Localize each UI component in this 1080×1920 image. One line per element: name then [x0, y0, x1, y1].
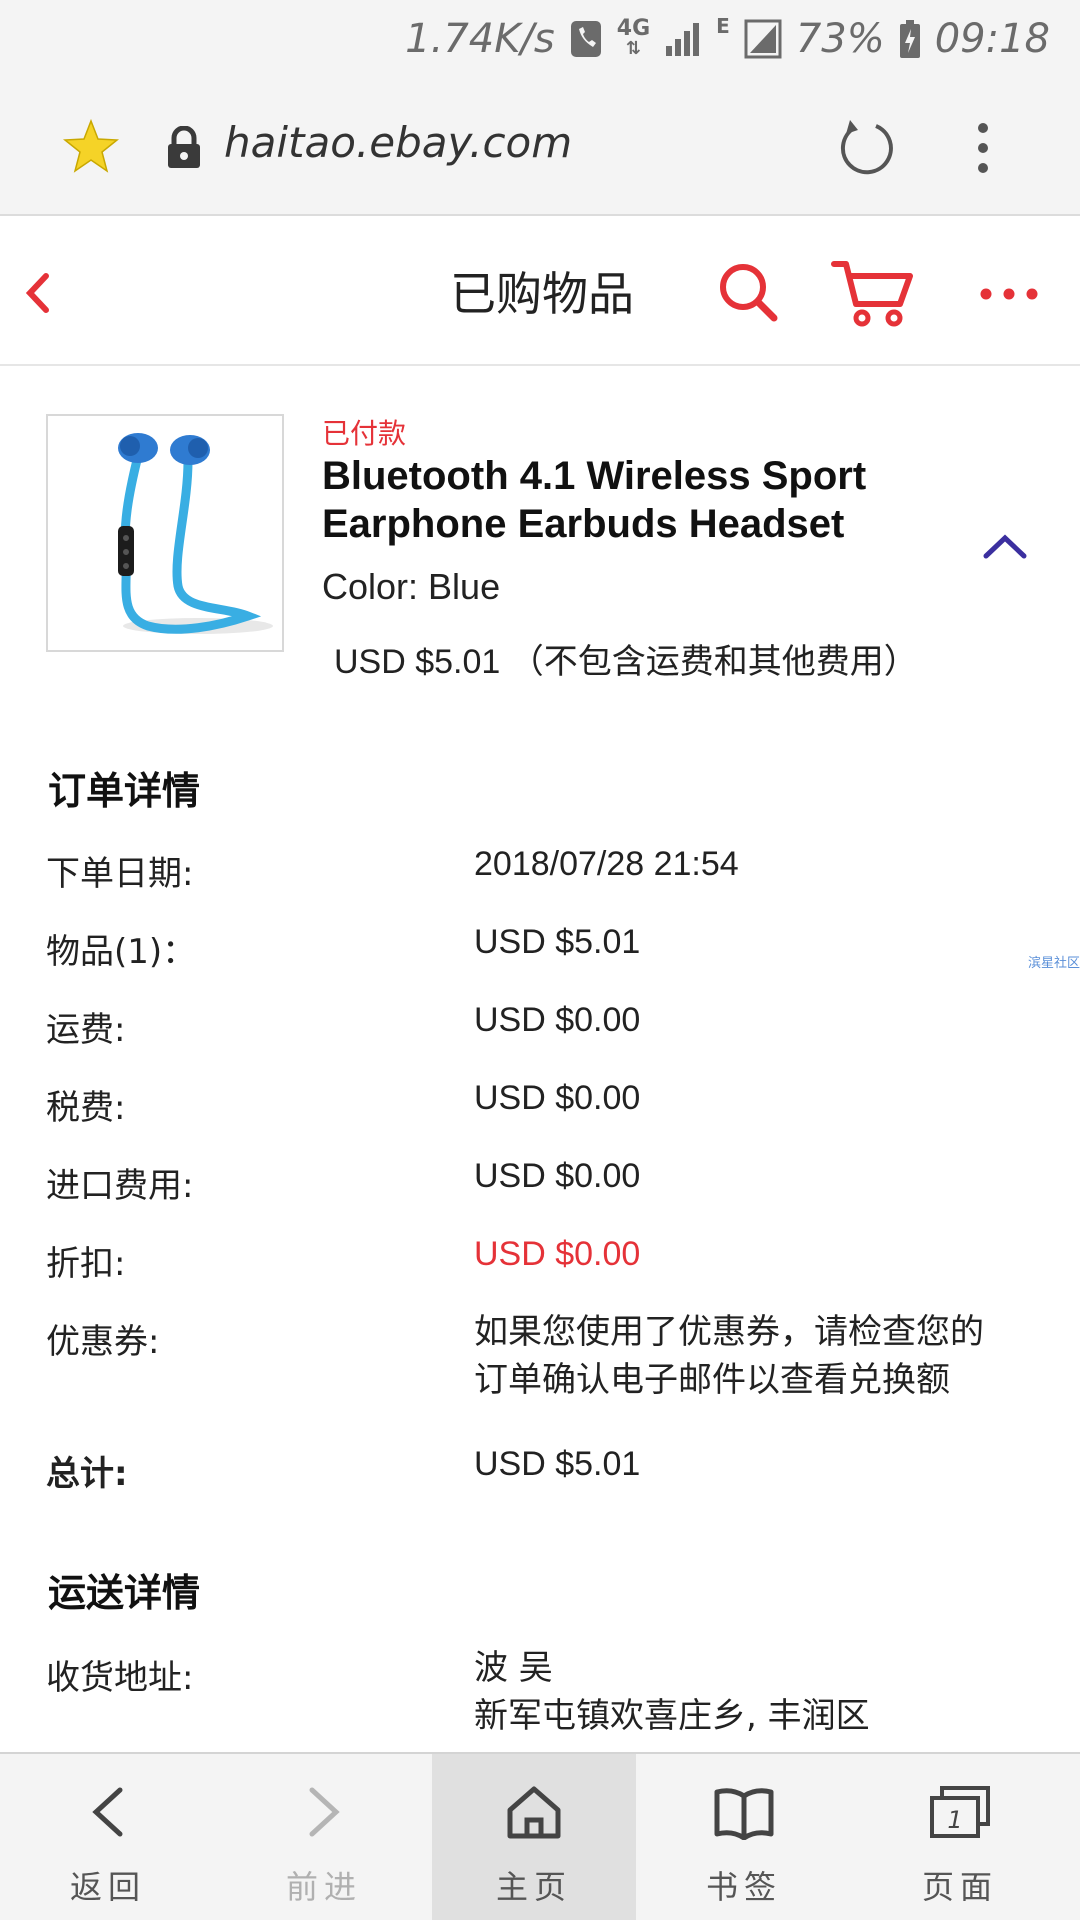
clock: 09:18 — [934, 16, 1050, 62]
order-value: USD $5.01 — [474, 923, 641, 961]
order-value: USD $0.00 — [474, 1079, 641, 1117]
shipping-address-label: 收货地址: — [46, 1658, 194, 1698]
network-type-icon: 4G ⇅ — [616, 16, 651, 59]
item-status-badge: 已付款 — [322, 417, 407, 450]
pages-icon: 1 — [930, 1786, 990, 1838]
data-arrows-icon: ⇅ — [625, 38, 641, 59]
network-type-label: 4G — [616, 16, 651, 41]
nav-back[interactable]: 返回 — [0, 1754, 216, 1920]
bookmarks-icon — [714, 1788, 774, 1840]
reload-icon[interactable] — [836, 116, 896, 176]
shipping-details-heading: 运送详情 — [48, 1571, 201, 1615]
order-label: 总计: — [46, 1454, 128, 1494]
watermark-text: 滨星社区 — [1028, 956, 1080, 971]
item-price: USD $5.01 （不包含运费和其他费用） — [334, 643, 918, 681]
battery-percent: 73% — [795, 16, 885, 62]
forward-icon — [309, 1787, 340, 1837]
signal-e-label: E — [716, 14, 730, 38]
signal2-icon — [744, 19, 782, 59]
order-details-heading: 订单详情 — [48, 769, 201, 813]
nav-bookmarks[interactable]: 书签 — [636, 1754, 852, 1920]
order-value: USD $0.00 — [474, 1235, 641, 1273]
order-label: 进口费用: — [46, 1166, 194, 1206]
shipping-address-name: 波 吴 — [474, 1648, 553, 1688]
battery-icon — [899, 19, 921, 59]
order-value: 如果您使用了优惠券，请检查您的订单确认电子邮件以查看兑换额 — [474, 1312, 984, 1400]
browser-bottom-nav: 返回 前进 主页 书签 1 页面 — [0, 1752, 1080, 1920]
item-color: Color: Blue — [322, 566, 501, 607]
order-label: 折扣: — [46, 1244, 126, 1284]
order-label: 物品(1)： — [46, 932, 197, 972]
nav-pages[interactable]: 1 页面 — [852, 1754, 1068, 1920]
nav-bookmarks-label: 书签 — [705, 1868, 782, 1906]
call-icon — [569, 19, 603, 59]
search-icon[interactable] — [716, 260, 780, 324]
browser-url-bar: haitao.ebay.com — [0, 78, 1080, 216]
status-bar: 1.74K/s 4G ⇅ E 73% 09:18 — [0, 0, 1080, 78]
shipping-address-line: 新军屯镇欢喜庄乡, 丰润区 — [474, 1696, 870, 1736]
order-label: 优惠券: — [46, 1322, 160, 1362]
order-value: 2018/07/28 21:54 — [474, 845, 739, 883]
network-speed: 1.74K/s — [405, 16, 555, 62]
order-value: USD $0.00 — [474, 1157, 641, 1195]
star-icon[interactable] — [62, 118, 120, 176]
product-thumbnail[interactable] — [46, 414, 284, 652]
url-field[interactable]: haitao.ebay.com — [224, 118, 572, 167]
nav-forward-label: 前进 — [285, 1868, 362, 1906]
more-icon[interactable] — [978, 286, 1040, 302]
order-value: USD $0.00 — [474, 1001, 641, 1039]
nav-back-label: 返回 — [69, 1868, 146, 1906]
cart-icon[interactable] — [830, 258, 916, 328]
chevron-up-icon[interactable] — [982, 532, 1028, 560]
app-header: 已购物品 — [0, 218, 1080, 366]
order-label: 下单日期: — [46, 854, 194, 894]
svg-text:1: 1 — [947, 1806, 962, 1834]
nav-home[interactable]: 主页 — [432, 1754, 636, 1920]
home-icon — [507, 1786, 561, 1839]
item-title[interactable]: Bluetooth 4.1 Wireless Sport Earphone Ea… — [322, 452, 962, 548]
page-title: 已购物品 — [450, 267, 634, 321]
order-value: USD $5.01 — [474, 1445, 641, 1483]
order-label: 运费: — [46, 1010, 126, 1050]
nav-pages-label: 页面 — [921, 1868, 998, 1906]
lock-icon — [168, 126, 200, 168]
nav-forward[interactable]: 前进 — [216, 1754, 432, 1920]
back-arrow-icon[interactable] — [18, 268, 58, 318]
signal-icon — [664, 20, 702, 58]
order-label: 税费: — [46, 1088, 126, 1128]
earphones-image — [118, 433, 273, 634]
back-icon — [92, 1787, 123, 1837]
nav-home-label: 主页 — [495, 1868, 572, 1906]
kebab-icon[interactable] — [968, 118, 998, 178]
